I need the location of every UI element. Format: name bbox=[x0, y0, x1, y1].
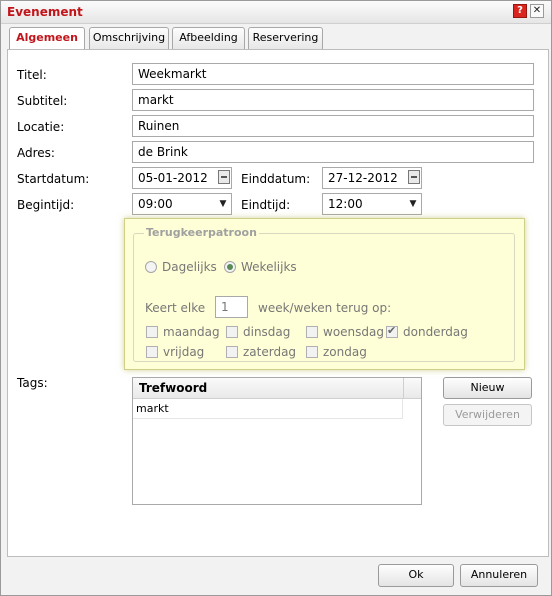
subtitel-label: Subtitel: bbox=[17, 94, 68, 108]
tab-afbeelding[interactable]: Afbeelding bbox=[172, 27, 245, 49]
chevron-down-icon[interactable]: ▼ bbox=[215, 194, 231, 214]
checkbox-woensdag[interactable] bbox=[306, 326, 318, 338]
chevron-down-icon[interactable]: ▼ bbox=[405, 194, 421, 214]
locatie-label: Locatie: bbox=[17, 120, 65, 134]
day-label-woensdag: woensdag bbox=[323, 325, 384, 339]
tags-grid: Trefwoord markt bbox=[132, 377, 422, 505]
table-row[interactable]: markt bbox=[133, 399, 403, 419]
checkbox-maandag[interactable] bbox=[146, 326, 158, 338]
eindtijd-value: 12:00 bbox=[328, 197, 363, 211]
startdatum-value: 05-01-2012 bbox=[138, 171, 208, 185]
checkbox-vrijdag[interactable] bbox=[146, 346, 158, 358]
delete-tag-button[interactable]: Verwijderen bbox=[443, 404, 532, 426]
einddatum-input[interactable]: 27-12-2012 bbox=[322, 167, 422, 189]
new-tag-button[interactable]: Nieuw bbox=[443, 377, 532, 399]
recurrence-legend: Terugkeerpatroon bbox=[144, 226, 259, 239]
eindtijd-select[interactable]: 12:00 ▼ bbox=[322, 193, 422, 215]
calendar-icon[interactable] bbox=[408, 170, 420, 184]
tags-label: Tags: bbox=[17, 376, 48, 390]
help-icon[interactable]: ? bbox=[513, 4, 527, 18]
column-divider bbox=[403, 378, 404, 398]
repeat-interval-input[interactable]: 1 bbox=[215, 296, 248, 318]
repeat-prefix: Keert elke bbox=[145, 301, 206, 315]
einddatum-label: Einddatum: bbox=[241, 172, 311, 186]
titel-input[interactable]: Weekmarkt bbox=[132, 63, 534, 85]
checkbox-zaterdag[interactable] bbox=[226, 346, 238, 358]
ok-button[interactable]: Ok bbox=[378, 564, 454, 587]
checkbox-dinsdag[interactable] bbox=[226, 326, 238, 338]
tags-grid-header: Trefwoord bbox=[133, 378, 421, 399]
recurrence-fieldset: Terugkeerpatroon Dagelijks Wekelijks Kee… bbox=[133, 226, 515, 362]
day-label-dinsdag: dinsdag bbox=[243, 325, 291, 339]
tab-omschrijving[interactable]: Omschrijving bbox=[89, 27, 169, 49]
radio-daily[interactable] bbox=[145, 261, 157, 273]
begintijd-value: 09:00 bbox=[138, 197, 173, 211]
day-label-maandag: maandag bbox=[163, 325, 220, 339]
begintijd-label: Begintijd: bbox=[17, 198, 75, 212]
titel-label: Titel: bbox=[17, 68, 47, 82]
subtitel-input[interactable]: markt bbox=[132, 89, 534, 111]
cancel-button[interactable]: Annuleren bbox=[460, 564, 538, 587]
recurrence-popup: Terugkeerpatroon Dagelijks Wekelijks Kee… bbox=[124, 218, 525, 370]
daily-label: Dagelijks bbox=[162, 260, 217, 274]
day-label-zaterdag: zaterdag bbox=[243, 345, 297, 359]
dialog-title: Evenement bbox=[7, 5, 83, 19]
einddatum-value: 27-12-2012 bbox=[328, 171, 398, 185]
calendar-icon[interactable] bbox=[218, 170, 230, 184]
repeat-suffix: week/weken terug op: bbox=[258, 301, 392, 315]
event-dialog: Evenement ? ✕ Algemeen Omschrijving Afbe… bbox=[0, 0, 552, 596]
checkbox-donderdag[interactable] bbox=[386, 324, 398, 338]
day-label-donderdag: donderdag bbox=[403, 325, 468, 339]
begintijd-select[interactable]: 09:00 ▼ bbox=[132, 193, 232, 215]
tab-reservering[interactable]: Reservering bbox=[248, 27, 323, 49]
radio-weekly[interactable] bbox=[224, 261, 236, 273]
close-icon[interactable]: ✕ bbox=[530, 4, 544, 18]
tab-algemeen[interactable]: Algemeen bbox=[9, 27, 85, 50]
startdatum-label: Startdatum: bbox=[17, 172, 90, 186]
startdatum-input[interactable]: 05-01-2012 bbox=[132, 167, 232, 189]
title-bar[interactable]: Evenement ? ✕ bbox=[1, 1, 551, 24]
column-header-trefwoord[interactable]: Trefwoord bbox=[139, 381, 207, 395]
day-label-vrijdag: vrijdag bbox=[163, 345, 205, 359]
day-label-zondag: zondag bbox=[323, 345, 367, 359]
checkbox-zondag[interactable] bbox=[306, 346, 318, 358]
adres-label: Adres: bbox=[17, 146, 55, 160]
weekly-label: Wekelijks bbox=[241, 260, 297, 274]
eindtijd-label: Eindtijd: bbox=[241, 198, 291, 212]
adres-input[interactable]: de Brink bbox=[132, 141, 534, 163]
locatie-input[interactable]: Ruinen bbox=[132, 115, 534, 137]
tag-cell: markt bbox=[136, 402, 169, 415]
